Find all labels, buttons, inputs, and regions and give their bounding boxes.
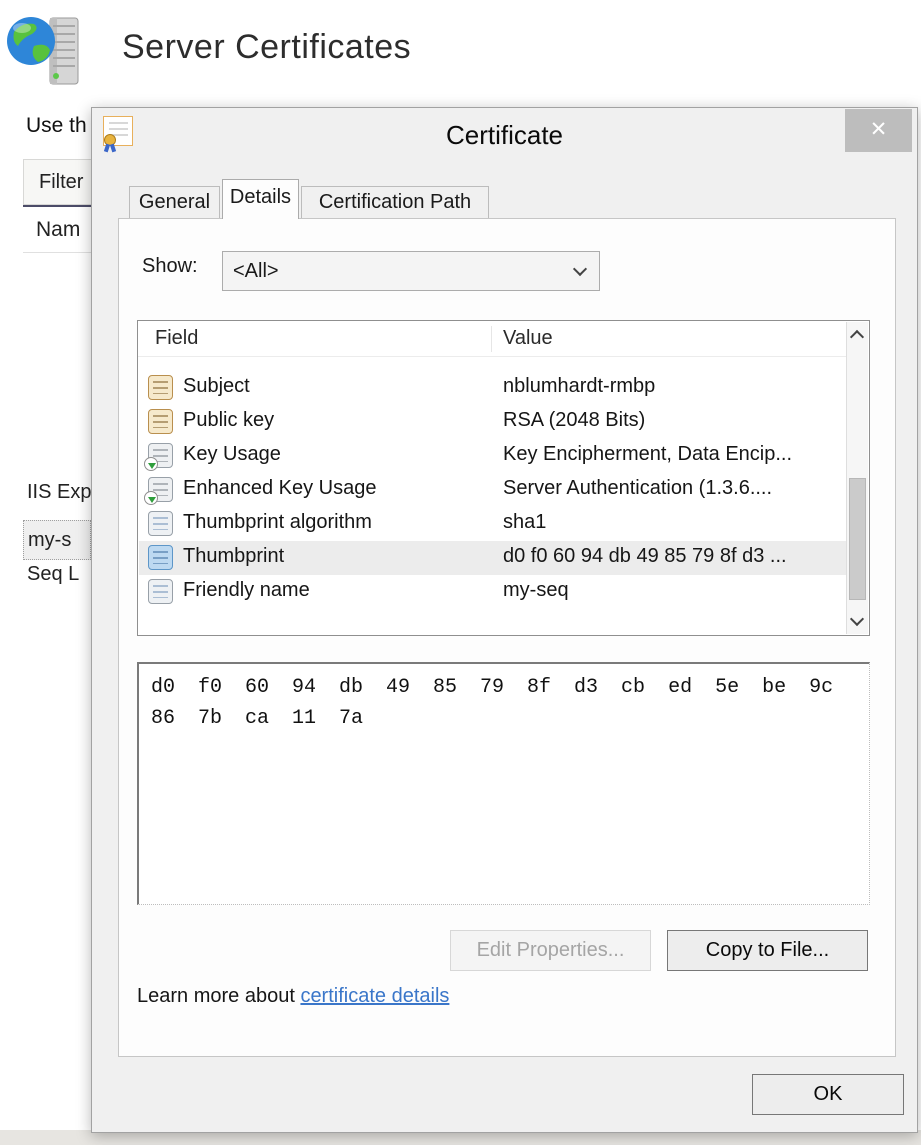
column-divider: [491, 326, 492, 352]
table-row[interactable]: Thumbprint d0 f0 60 94 db 49 85 79 8f d3…: [139, 541, 847, 575]
field-name: Thumbprint: [183, 545, 285, 567]
field-icon-keyusage: [144, 477, 173, 505]
field-name: Thumbprint algorithm: [183, 511, 372, 533]
details-tab-panel: Show: <All> Field Value Subject nblumhar…: [118, 218, 896, 1057]
field-icon-blue: [148, 545, 173, 570]
field-value: Key Encipherment, Data Encip...: [503, 443, 793, 465]
close-icon[interactable]: ✕: [845, 109, 912, 152]
vertical-scrollbar[interactable]: [846, 322, 868, 634]
scroll-up-icon[interactable]: [849, 329, 865, 345]
learn-more-text: Learn more about certificate details: [137, 985, 449, 1008]
scrollbar-thumb[interactable]: [849, 478, 866, 600]
tab-certification-path[interactable]: Certification Path: [301, 186, 489, 219]
edit-properties-button[interactable]: Edit Properties...: [450, 930, 651, 971]
table-row[interactable]: Thumbprint algorithm sha1: [139, 507, 847, 541]
learn-more-prefix: Learn more about: [137, 985, 301, 1007]
field-value: RSA (2048 Bits): [503, 409, 646, 431]
field-icon-keyusage: [144, 443, 173, 471]
field-name: Subject: [183, 375, 250, 397]
field-icon-gray: [148, 579, 173, 604]
page-title: Server Certificates: [122, 28, 412, 66]
name-column-header[interactable]: Nam: [36, 218, 80, 242]
certificate-details-link[interactable]: certificate details: [300, 985, 449, 1007]
page-intro-text: Use th: [26, 114, 87, 137]
table-row[interactable]: Subject nblumhardt-rmbp: [139, 371, 847, 405]
copy-to-file-button[interactable]: Copy to File...: [667, 930, 868, 971]
show-dropdown-value: <All>: [233, 260, 279, 282]
field-icon-gray: [148, 511, 173, 536]
dialog-title: Certificate: [445, 120, 564, 150]
tab-general[interactable]: General: [129, 186, 220, 219]
table-row[interactable]: Enhanced Key Usage Server Authentication…: [139, 473, 847, 507]
table-row[interactable]: Key Usage Key Encipherment, Data Encip..…: [139, 439, 847, 473]
scroll-down-icon[interactable]: [849, 611, 865, 627]
field-value-preview[interactable]: d0 f0 60 94 db 49 85 79 8f d3 cb ed 5e b…: [137, 662, 870, 905]
screen: Server Certificates Use th Filter Nam II…: [0, 0, 921, 1145]
fields-table: Field Value Subject nblumhardt-rmbp Publ…: [137, 320, 870, 636]
fields-table-header: Field Value: [138, 321, 848, 357]
fields-table-rows: Subject nblumhardt-rmbp Public key RSA (…: [139, 371, 847, 609]
field-name: Friendly name: [183, 579, 310, 601]
field-value: sha1: [503, 511, 547, 533]
field-value: my-seq: [503, 579, 569, 601]
ok-button[interactable]: OK: [752, 1074, 904, 1115]
tab-details[interactable]: Details: [222, 179, 299, 219]
server-globe-icon: [7, 17, 79, 85]
certificate-dialog: Certificate ✕ General Details Certificat…: [91, 107, 918, 1133]
field-value: nblumhardt-rmbp: [503, 375, 656, 397]
column-header-field[interactable]: Field: [155, 327, 198, 350]
show-dropdown[interactable]: <All>: [222, 251, 600, 291]
field-value: d0 f0 60 94 db 49 85 79 8f d3 ...: [503, 545, 787, 567]
list-item-seq[interactable]: Seq L: [27, 563, 79, 586]
show-label: Show:: [142, 255, 198, 277]
table-row[interactable]: Friendly name my-seq: [139, 575, 847, 609]
table-row[interactable]: Public key RSA (2048 Bits): [139, 405, 847, 439]
field-icon-tan: [148, 375, 173, 400]
field-name: Public key: [183, 409, 275, 431]
field-name: Key Usage: [183, 443, 281, 465]
field-icon-tan: [148, 409, 173, 434]
chevron-down-icon: [572, 261, 588, 277]
list-item-my-seq-selected[interactable]: my-s: [23, 520, 91, 560]
column-header-value[interactable]: Value: [503, 327, 553, 350]
field-value: Server Authentication (1.3.6....: [503, 477, 773, 499]
field-name: Enhanced Key Usage: [183, 477, 377, 499]
list-item-iis-express[interactable]: IIS Exp: [27, 481, 91, 504]
filter-label: Filter: [39, 171, 84, 193]
column-header-separator: [23, 252, 91, 253]
